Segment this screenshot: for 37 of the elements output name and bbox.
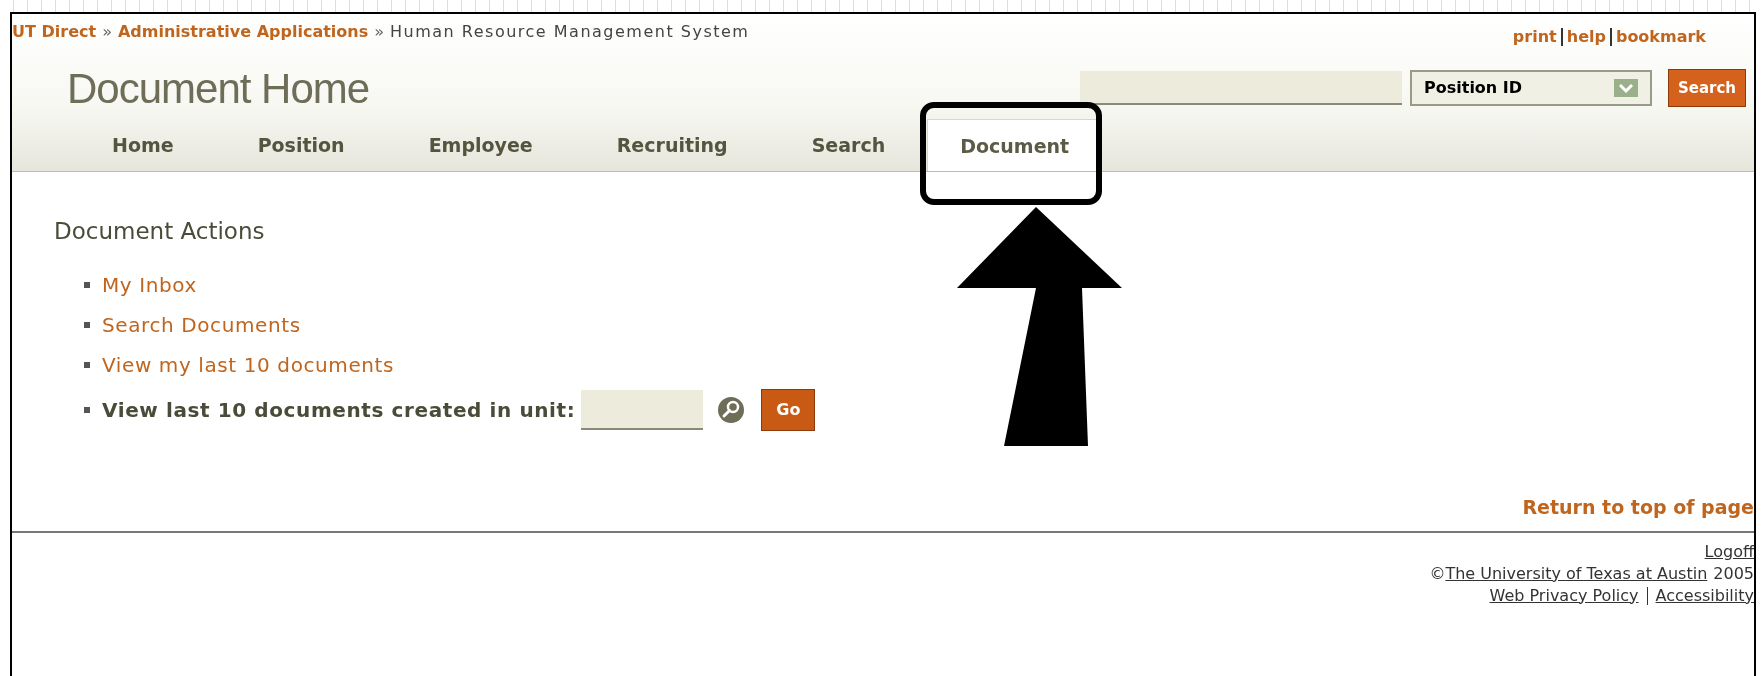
breadcrumb-link[interactable]: Administrative Applications <box>117 20 369 44</box>
list-bullet <box>84 281 90 288</box>
nav-tab[interactable]: Recruiting <box>606 119 738 171</box>
breadcrumb-current: Human Resource Management System <box>390 21 750 43</box>
search-button[interactable]: Search <box>1668 69 1746 107</box>
action-link[interactable]: Search Documents <box>102 309 301 340</box>
breadcrumb-separator: » <box>102 21 112 43</box>
nav-tab[interactable]: Home <box>102 119 184 171</box>
search-icon[interactable] <box>717 395 746 424</box>
list-bullet <box>84 406 90 413</box>
list-bullet <box>84 361 90 368</box>
action-link[interactable]: View my last 10 documents <box>102 349 395 380</box>
copyright-symbol: © <box>1429 562 1446 585</box>
action-label: View last 10 documents created in unit: <box>102 396 576 424</box>
go-button[interactable]: Go <box>761 388 816 431</box>
search-field[interactable] <box>1080 71 1402 105</box>
utility-link[interactable]: help <box>1560 28 1606 46</box>
category-select[interactable]: Position ID <box>1410 70 1652 106</box>
footer-link[interactable]: Web Privacy Policy <box>1489 584 1639 607</box>
page-title: Document Home <box>67 63 370 114</box>
utility-link[interactable]: bookmark <box>1609 28 1706 46</box>
copyright-year: 2005 <box>1713 562 1754 585</box>
nav-tab[interactable]: Employee <box>418 119 543 171</box>
dropdown-icon <box>1614 79 1638 97</box>
list-bullet <box>84 321 90 328</box>
nav-tab[interactable]: Search <box>801 119 896 171</box>
unit-field[interactable] <box>581 389 704 430</box>
breadcrumb-separator: » <box>374 21 384 43</box>
logoff-link[interactable]: Logoff <box>1704 540 1754 563</box>
return-to-top-link[interactable]: Return to top of page <box>1522 493 1754 522</box>
footer-link[interactable]: Accessibility <box>1655 584 1754 607</box>
breadcrumb-link[interactable]: UT Direct <box>12 20 97 44</box>
action-link[interactable]: My Inbox <box>102 269 197 300</box>
utility-link[interactable]: print <box>1512 28 1557 46</box>
university-link[interactable]: The University of Texas at Austin <box>1445 562 1708 585</box>
section-title: Document Actions <box>54 217 266 246</box>
nav-tab[interactable]: Position <box>247 119 355 171</box>
